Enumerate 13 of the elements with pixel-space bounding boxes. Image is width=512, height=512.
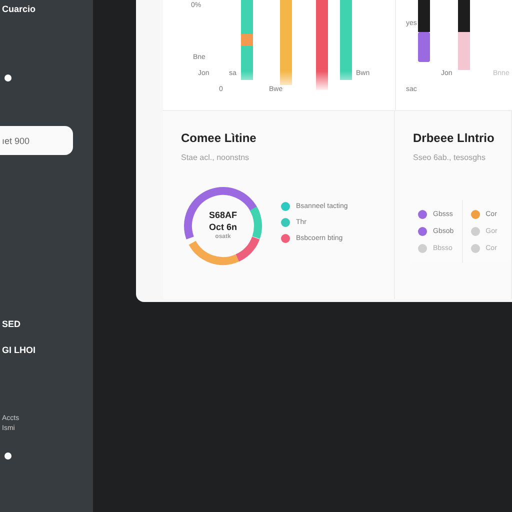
dot-icon[interactable] — [4, 452, 12, 460]
sidebar-title: Cuarcio — [1, 4, 37, 14]
donut-label: Oct 6n — [208, 222, 237, 234]
sidebar-item[interactable]: SED — [0, 319, 93, 329]
bar-chart-drawing — [418, 0, 470, 70]
card-title: Drbeee Llntrio — [413, 131, 496, 145]
card-subtitle: Stae acl., noonstns — [181, 153, 250, 162]
sidebar-item[interactable]: GI LHOI — [0, 345, 93, 355]
input-field[interactable]: ıet 900 — [0, 126, 73, 155]
card-title: Comee Lìtine — [181, 131, 258, 145]
donut-label: S68AF — [208, 210, 237, 222]
card-subtitle: Sseo 6ab., tesosghs — [413, 153, 486, 162]
dot-icon[interactable] — [4, 74, 12, 82]
